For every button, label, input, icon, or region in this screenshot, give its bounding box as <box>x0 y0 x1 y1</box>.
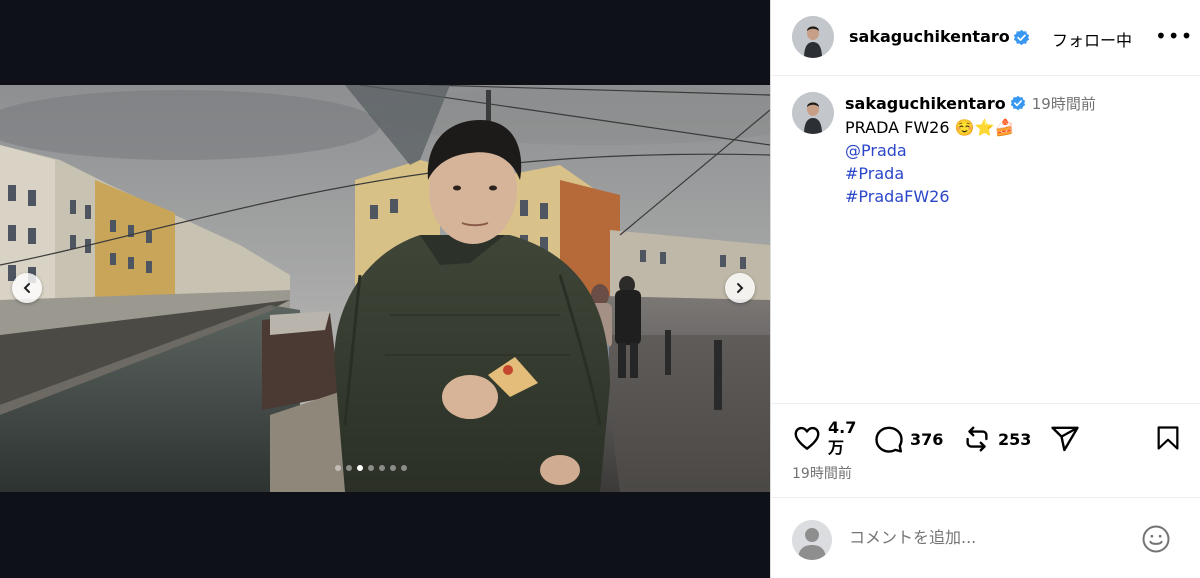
save-action[interactable] <box>1154 424 1182 452</box>
hashtag-link[interactable]: #Prada <box>845 162 1185 185</box>
post-photo[interactable] <box>0 85 770 492</box>
like-action[interactable]: 4.7 万 <box>792 418 856 458</box>
post-header: sakaguchikentaro フォロー中 ••• <box>771 0 1200 76</box>
current-user-avatar <box>792 520 832 560</box>
chevron-left-icon <box>23 283 30 293</box>
actions-divider <box>771 403 1200 404</box>
caption-avatar[interactable] <box>792 92 834 134</box>
repost-icon <box>966 426 988 452</box>
like-count-unit: 万 <box>828 438 845 457</box>
caption-username[interactable]: sakaguchikentaro <box>845 94 1006 113</box>
comment-count[interactable]: 376 <box>910 430 943 449</box>
caption-time: 19時間前 <box>1031 95 1096 113</box>
bookmark-icon <box>1157 426 1179 450</box>
carousel-prev-button[interactable] <box>12 273 42 303</box>
comment-action[interactable]: 376 <box>874 424 943 454</box>
chevron-right-icon <box>737 283 744 293</box>
following-button[interactable]: フォロー中 <box>1052 27 1132 51</box>
carousel-dot <box>368 465 374 471</box>
comment-divider <box>771 497 1200 498</box>
like-count[interactable]: 4.7 <box>828 418 856 438</box>
send-icon <box>1051 426 1079 452</box>
media-pane <box>0 0 770 578</box>
more-options-button[interactable]: ••• <box>1155 24 1193 48</box>
mention-link[interactable]: @Prada <box>845 139 1185 162</box>
carousel-dot-active <box>357 465 363 471</box>
post-timestamp[interactable]: 19時間前 <box>792 463 852 483</box>
repost-action[interactable]: 253 <box>962 424 1031 454</box>
comment-input[interactable] <box>849 528 1129 547</box>
share-action[interactable] <box>1050 424 1080 454</box>
avatar[interactable] <box>792 16 834 58</box>
emoji-smile-icon[interactable] <box>1141 524 1171 554</box>
action-bar: 4.7 万 376 253 <box>792 418 1192 462</box>
heart-icon <box>794 426 820 450</box>
carousel-dot <box>401 465 407 471</box>
verified-badge-icon <box>1013 29 1030 46</box>
username[interactable]: sakaguchikentaro <box>849 27 1010 46</box>
carousel-dot <box>390 465 396 471</box>
post-details: sakaguchikentaro フォロー中 ••• sakaguchikent… <box>771 0 1200 578</box>
carousel-dot <box>346 465 352 471</box>
hashtag-link[interactable]: #PradaFW26 <box>845 185 1185 208</box>
verified-badge-icon <box>1010 95 1025 111</box>
carousel-dot <box>379 465 385 471</box>
caption-text: PRADA FW26 ☺️⭐🍰 <box>845 118 1015 137</box>
comment-bubble-icon <box>875 426 903 453</box>
carousel-next-button[interactable] <box>725 273 755 303</box>
carousel-dots <box>335 465 407 471</box>
carousel-dot <box>335 465 341 471</box>
repost-count[interactable]: 253 <box>998 430 1031 449</box>
